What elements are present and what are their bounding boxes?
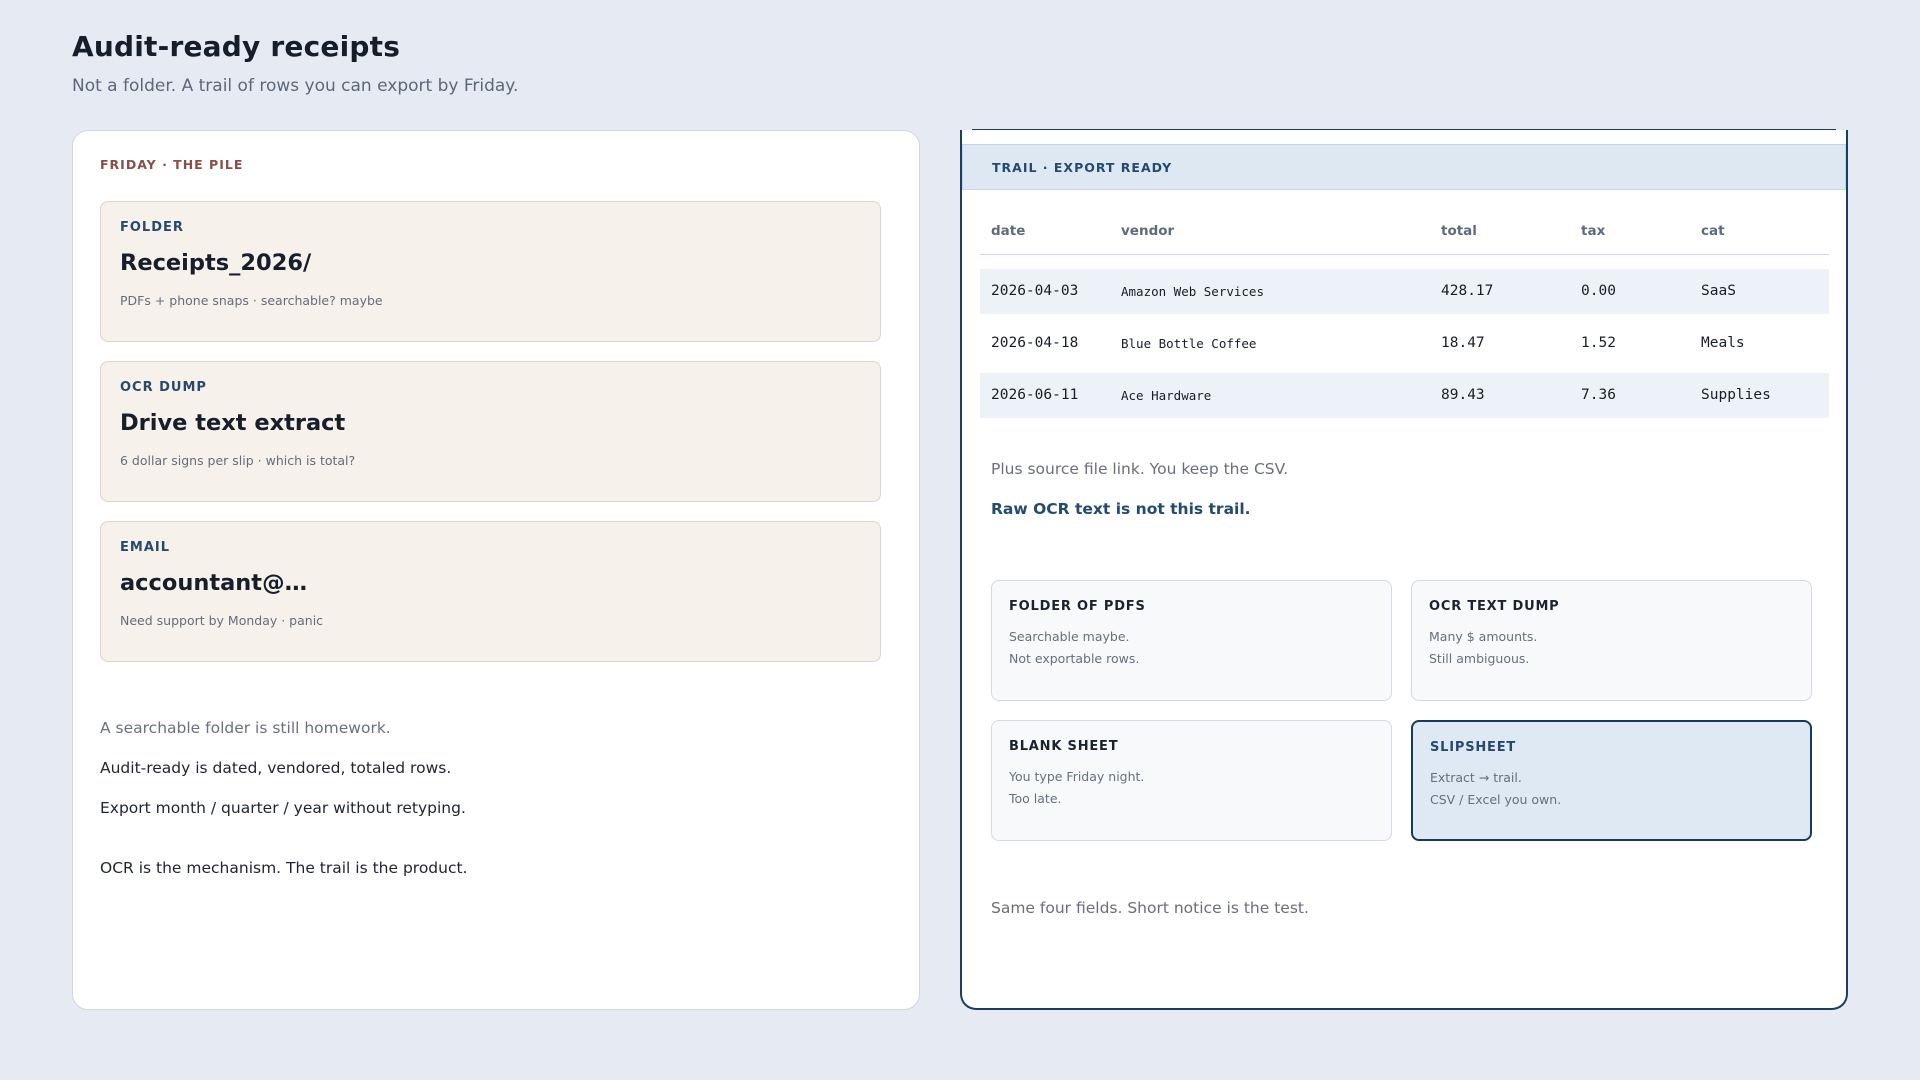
pile-card-title: Drive text extract xyxy=(120,410,346,436)
option-line: Not exportable rows. xyxy=(1009,651,1140,666)
cell-vendor: Blue Bottle Coffee xyxy=(1121,336,1257,351)
option-line: You type Friday night. xyxy=(1009,769,1145,784)
option-title: SLIPSHEET xyxy=(1430,740,1517,755)
pile-card-folder: FOLDER Receipts_2026/ PDFs + phone snaps… xyxy=(100,201,881,342)
cell-total: 428.17 xyxy=(1441,283,1494,299)
option-line: CSV / Excel you own. xyxy=(1430,792,1562,807)
pile-card-kicker: FOLDER xyxy=(120,220,184,235)
cell-total: 18.47 xyxy=(1441,335,1485,351)
option-line: Many $ amounts. xyxy=(1429,629,1538,644)
table-row: 2026-04-18 Blue Bottle Coffee 18.47 1.52… xyxy=(980,321,1829,366)
pile-card-title: accountant@… xyxy=(120,570,308,596)
option-line: Still ambiguous. xyxy=(1429,651,1530,666)
pile-line: A searchable folder is still homework. xyxy=(100,719,391,737)
cell-tax: 0.00 xyxy=(1581,283,1616,299)
option-line: Too late. xyxy=(1009,791,1062,806)
option-title: BLANK SHEET xyxy=(1009,739,1119,754)
cell-date: 2026-04-03 xyxy=(991,283,1079,299)
trail-panel: TRAIL · EXPORT READY date vendor total t… xyxy=(960,130,1848,1010)
table-row: 2026-04-03 Amazon Web Services 428.17 0.… xyxy=(980,269,1829,314)
column-header-tax: tax xyxy=(1581,223,1606,239)
cell-date: 2026-06-11 xyxy=(991,387,1079,403)
trail-eyebrow: TRAIL · EXPORT READY xyxy=(992,160,1173,175)
trail-callout: Raw OCR text is not this trail. xyxy=(991,500,1251,518)
header-rule xyxy=(980,254,1829,255)
page-subtitle: Not a folder. A trail of rows you can ex… xyxy=(72,76,519,96)
pile-line: OCR is the mechanism. The trail is the p… xyxy=(100,859,468,877)
option-card-folder-of-pdfs: FOLDER OF PDFS Searchable maybe. Not exp… xyxy=(991,580,1392,701)
pile-line: Export month / quarter / year without re… xyxy=(100,799,466,817)
trail-note: Plus source file link. You keep the CSV. xyxy=(991,460,1289,478)
pile-line: Audit-ready is dated, vendored, totaled … xyxy=(100,759,452,777)
trail-header: TRAIL · EXPORT READY xyxy=(962,144,1846,190)
cell-vendor: Amazon Web Services xyxy=(1121,284,1264,299)
option-line: Extract → trail. xyxy=(1430,770,1522,785)
column-header-total: total xyxy=(1441,223,1477,239)
option-card-slipsheet: SLIPSHEET Extract → trail. CSV / Excel y… xyxy=(1411,720,1812,841)
page-title: Audit-ready receipts xyxy=(72,30,401,63)
option-title: OCR TEXT DUMP xyxy=(1429,599,1560,614)
pile-panel: FRIDAY · THE PILE FOLDER Receipts_2026/ … xyxy=(72,130,920,1010)
cell-date: 2026-04-18 xyxy=(991,335,1079,351)
pile-card-note: PDFs + phone snaps · searchable? maybe xyxy=(120,293,383,308)
column-header-vendor: vendor xyxy=(1121,223,1175,239)
cell-vendor: Ace Hardware xyxy=(1121,388,1212,403)
pile-card-email: EMAIL accountant@… Need support by Monda… xyxy=(100,521,881,662)
cell-tax: 1.52 xyxy=(1581,335,1616,351)
option-title: FOLDER OF PDFS xyxy=(1009,599,1146,614)
pile-eyebrow: FRIDAY · THE PILE xyxy=(100,157,244,172)
pile-card-kicker: OCR DUMP xyxy=(120,380,207,395)
option-card-ocr-text-dump: OCR TEXT DUMP Many $ amounts. Still ambi… xyxy=(1411,580,1812,701)
pile-card-ocr-dump: OCR DUMP Drive text extract 6 dollar sig… xyxy=(100,361,881,502)
cell-cat: SaaS xyxy=(1701,283,1736,299)
cell-tax: 7.36 xyxy=(1581,387,1616,403)
pile-card-note: 6 dollar signs per slip · which is total… xyxy=(120,453,356,468)
cell-cat: Meals xyxy=(1701,335,1745,351)
option-card-blank-sheet: BLANK SHEET You type Friday night. Too l… xyxy=(991,720,1392,841)
pile-card-title: Receipts_2026/ xyxy=(120,250,312,276)
cell-cat: Supplies xyxy=(1701,387,1771,403)
option-line: Searchable maybe. xyxy=(1009,629,1130,644)
pile-card-note: Need support by Monday · panic xyxy=(120,613,324,628)
column-header-date: date xyxy=(991,223,1026,239)
column-header-cat: cat xyxy=(1701,223,1725,239)
cell-total: 89.43 xyxy=(1441,387,1485,403)
pile-card-kicker: EMAIL xyxy=(120,540,170,555)
table-row: 2026-06-11 Ace Hardware 89.43 7.36 Suppl… xyxy=(980,373,1829,418)
trail-footer: Same four fields. Short notice is the te… xyxy=(991,899,1309,917)
